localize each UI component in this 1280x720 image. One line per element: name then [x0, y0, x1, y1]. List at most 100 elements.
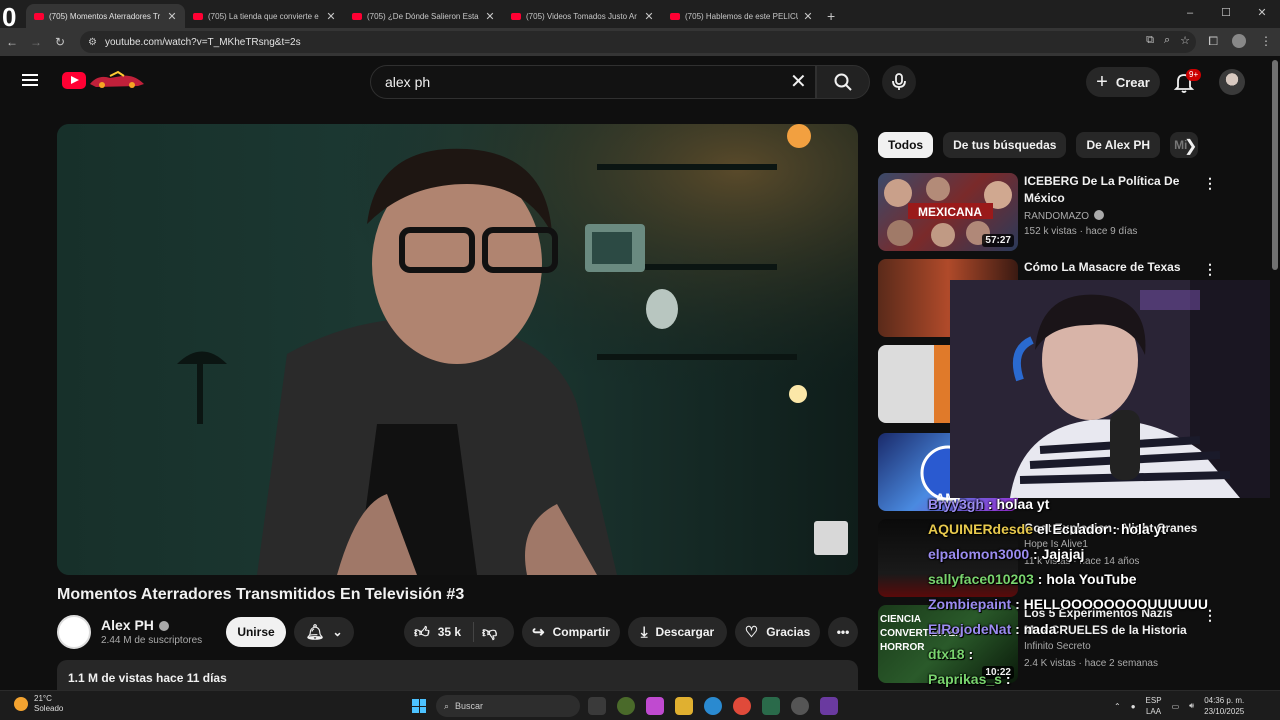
browser-tab[interactable]: (705) Hablemos de este PELICU ✕: [662, 4, 821, 28]
doodle-icon[interactable]: [88, 70, 146, 90]
download-button[interactable]: ⤓ Descargar: [628, 617, 727, 647]
chat-message: Bryy3gh : holaa yt: [928, 496, 1268, 521]
chip-from-searches[interactable]: De tus búsquedas: [943, 132, 1067, 158]
more-icon: •••: [836, 625, 850, 639]
chat-username: Bryy3gh: [928, 496, 985, 512]
duration-badge: 57:27: [982, 234, 1014, 247]
weather-widget[interactable]: 21°C Soleado: [14, 694, 63, 714]
tab-close-icon[interactable]: ✕: [644, 10, 654, 23]
extensions-icon[interactable]: ⧠: [1208, 34, 1218, 49]
video-thumbnail[interactable]: MEXICANA 57:27: [878, 173, 1018, 251]
mic-icon[interactable]: ●: [1131, 702, 1136, 711]
zoom-icon[interactable]: ⌕: [1164, 34, 1170, 47]
tab-close-icon[interactable]: ✕: [167, 10, 177, 23]
browser-tab[interactable]: (705) Momentos Aterradores Tr ✕: [26, 4, 185, 28]
chevron-down-icon: ⌄: [332, 625, 343, 639]
tab-close-icon[interactable]: ✕: [485, 10, 495, 23]
omnibox-actions: ⧉ ⌕ ☆: [1146, 34, 1190, 47]
chat-message: sallyface010203 : hola YouTube: [928, 571, 1268, 596]
recommendation-title[interactable]: ICEBERG De La Política De México: [1024, 173, 1199, 207]
url-text[interactable]: youtube.com/watch?v=T_MKheTRsng&t=2s: [105, 37, 301, 48]
volume-icon[interactable]: 🔊︎: [1189, 701, 1194, 711]
video-player[interactable]: [57, 124, 858, 575]
channel-avatar[interactable]: [57, 615, 91, 649]
profile-avatar-icon[interactable]: [1232, 34, 1246, 48]
network-icon[interactable]: ▭: [1172, 702, 1180, 711]
kebab-icon[interactable]: ⋮: [1203, 175, 1217, 192]
page-scrollbar[interactable]: [1270, 56, 1280, 690]
chrome-icon[interactable]: [733, 697, 751, 715]
app-icon[interactable]: [617, 697, 635, 715]
download-icon: ⤓: [640, 623, 648, 641]
reload-icon[interactable]: ↻: [48, 35, 72, 49]
share-button[interactable]: ↪ Compartir: [522, 617, 620, 647]
chat-text: : holaa yt: [987, 496, 1050, 512]
taskbar-search[interactable]: ⌕ Buscar: [436, 695, 580, 717]
youtube-favicon-icon: [670, 12, 680, 20]
thanks-button[interactable]: ♡ Gracias: [735, 617, 820, 647]
app-icon[interactable]: [762, 697, 780, 715]
create-label: Crear: [1115, 74, 1150, 90]
browser-tab[interactable]: (705) La tienda que convierte e ✕: [185, 4, 344, 28]
tab-close-icon[interactable]: ✕: [326, 10, 336, 23]
chevron-right-icon[interactable]: ❯: [1184, 136, 1197, 156]
app-icon[interactable]: [791, 697, 809, 715]
edge-icon[interactable]: [704, 697, 722, 715]
windows-start-icon[interactable]: [412, 699, 426, 713]
dislike-icon[interactable]: 👎︎: [482, 625, 497, 640]
voice-search-button[interactable]: [882, 65, 916, 99]
chat-text: : nada: [1015, 621, 1057, 637]
chat-username: ElRojodeNat: [928, 621, 1012, 637]
like-count[interactable]: 35 k: [438, 625, 461, 639]
maximize-button[interactable]: ☐: [1208, 0, 1244, 28]
browser-menu-icon[interactable]: ⋮: [1260, 34, 1272, 49]
forward-icon[interactable]: →: [24, 35, 48, 49]
more-actions-button[interactable]: •••: [828, 617, 858, 647]
chat-username: Zombiepaint: [928, 596, 1012, 612]
recommendation-title[interactable]: Cómo La Masacre de Texas: [1024, 259, 1199, 276]
language-indicator[interactable]: ESP LAA: [1146, 695, 1162, 717]
address-bar[interactable]: ⚙ youtube.com/watch?v=T_MKheTRsng&t=2s ⧉…: [80, 31, 1196, 53]
file-explorer-icon[interactable]: [675, 697, 693, 715]
tab-close-icon[interactable]: ✕: [803, 10, 813, 23]
close-window-button[interactable]: ✕: [1244, 0, 1280, 28]
browser-tab[interactable]: (705) ¿De Dónde Salieron Esta ✕: [344, 4, 503, 28]
browser-tab[interactable]: (705) Videos Tomados Justo Ar ✕: [503, 4, 662, 28]
like-icon[interactable]: 👍︎: [414, 625, 430, 640]
chip-todos[interactable]: Todos: [878, 132, 934, 158]
search-button[interactable]: [816, 65, 870, 99]
new-tab-button[interactable]: +: [827, 4, 835, 28]
close-icon[interactable]: ✕: [790, 71, 807, 93]
create-button[interactable]: + Crear: [1086, 67, 1160, 97]
install-app-icon[interactable]: ⧉: [1146, 34, 1154, 47]
recommendation-item[interactable]: MEXICANA 57:27 ICEBERG De La Política De…: [878, 173, 1258, 251]
search-icon: ⌕: [444, 700, 450, 711]
back-icon[interactable]: ←: [0, 35, 24, 49]
task-view-icon[interactable]: [588, 697, 606, 715]
minimize-button[interactable]: –: [1172, 0, 1208, 28]
chip-from-channel[interactable]: De Alex PH: [1076, 132, 1161, 158]
youtube-logo[interactable]: [62, 72, 86, 89]
browser-toolbar-right: ⧠ ⋮: [1208, 34, 1272, 49]
thumbnail-text: MEXICANA: [918, 205, 982, 219]
join-button[interactable]: Unirse: [226, 617, 286, 647]
subscribe-bell-button[interactable]: 🔔︎ ⌄: [294, 617, 354, 647]
bookmark-star-icon[interactable]: ☆: [1180, 34, 1190, 47]
kebab-icon[interactable]: ⋮: [1203, 261, 1217, 278]
avatar[interactable]: [1219, 69, 1245, 95]
chat-text: : HELLOOOOOOOOUUUUUU: [1015, 596, 1209, 612]
app-icon[interactable]: [820, 697, 838, 715]
channel-watermark-icon[interactable]: [814, 521, 848, 555]
menu-icon[interactable]: [22, 74, 38, 86]
recommendation-channel[interactable]: RANDOMAZO: [1024, 209, 1104, 222]
scrollbar-thumb[interactable]: [1272, 60, 1278, 270]
chat-username: sallyface010203: [928, 571, 1034, 587]
site-info-icon[interactable]: ⚙: [88, 37, 97, 48]
channel-name[interactable]: Alex PH: [101, 617, 169, 633]
chevron-up-icon[interactable]: ⌃: [1114, 702, 1121, 711]
clock-date: 23/10/2025: [1204, 707, 1245, 716]
taskbar-apps: [588, 697, 838, 715]
copilot-icon[interactable]: [646, 697, 664, 715]
clock[interactable]: 04:36 p. m. 23/10/2025: [1204, 695, 1244, 717]
search-input[interactable]: [370, 65, 816, 99]
